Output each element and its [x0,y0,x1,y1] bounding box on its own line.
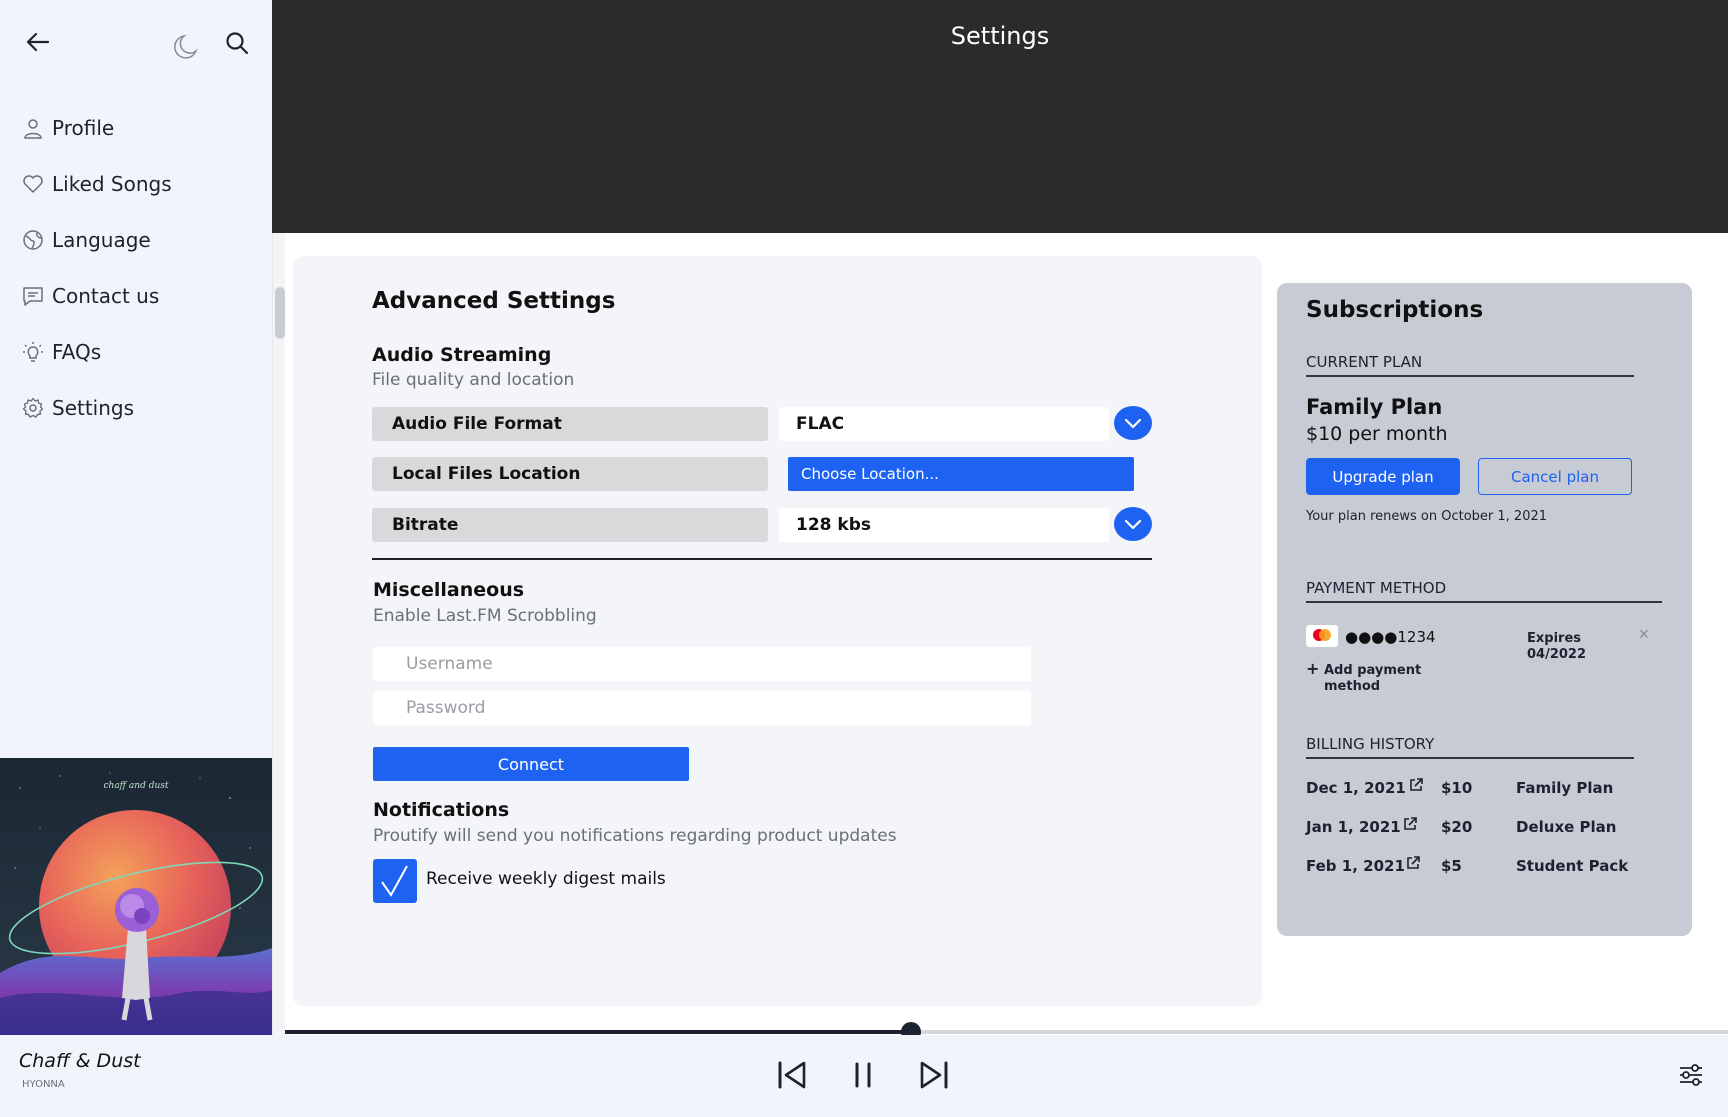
sidebar: Profile Liked Songs Language Contact us … [0,0,272,1035]
sidebar-item-label: Liked Songs [52,172,172,196]
audio-format-dropdown-button[interactable] [1114,406,1152,440]
billing-date: Dec 1, 2021 [1306,779,1406,797]
notifications-title: Notifications [373,799,510,821]
sidebar-item-language[interactable]: Language [22,212,262,268]
billing-plan: Deluxe Plan [1516,818,1617,836]
payment-method-heading: PAYMENT METHOD [1306,579,1662,603]
plan-renew-text: Your plan renews on October 1, 2021 [1306,509,1548,524]
external-link-icon[interactable] [1405,855,1421,871]
subscriptions-title: Subscriptions [1306,297,1484,323]
billing-row: Dec 1, 2021 $10 Family Plan [1306,777,1646,803]
album-title-text: chaff and dust [103,781,168,791]
sidebar-item-faqs[interactable]: FAQs [22,324,262,380]
choose-location-button[interactable]: Choose Location... [788,457,1134,491]
connect-button[interactable]: Connect [373,747,689,781]
scrollbar-thumb[interactable] [275,287,285,339]
next-track-icon[interactable] [916,1057,952,1093]
plus-icon: + [1306,659,1320,678]
card-number: ●●●●1234 [1345,628,1436,646]
lightbulb-icon [23,342,43,362]
weekly-digest-checkbox[interactable] [373,859,417,903]
billing-row: Jan 1, 2021 $20 Deluxe Plan [1306,816,1646,842]
sidebar-item-label: Settings [52,396,135,420]
audio-file-format-label: Audio File Format [372,407,768,441]
password-input[interactable] [373,691,1031,725]
billing-history-heading: BILLING HISTORY [1306,735,1634,759]
mastercard-icon [1306,625,1338,647]
cancel-plan-button[interactable]: Cancel plan [1478,458,1632,495]
card-expiry: Expires 04/2022 [1527,631,1586,663]
chevron-down-icon [1124,519,1142,530]
remove-card-icon[interactable]: ✕ [1638,627,1650,643]
subscriptions-card: Subscriptions CURRENT PLAN Family Plan $… [1277,283,1692,936]
page-header: Settings [272,0,1728,233]
expires-date: 04/2022 [1527,647,1587,662]
advanced-settings-card: Advanced Settings Audio Streaming File q… [293,256,1262,1006]
page-title: Settings [950,22,1050,50]
sidebar-item-settings[interactable]: Settings [22,380,262,436]
equalizer-icon[interactable] [1677,1061,1705,1089]
plan-price: $10 per month [1306,423,1448,445]
external-link-icon[interactable] [1408,777,1424,793]
add-payment-label: Add payment method [1324,663,1422,694]
sidebar-item-label: Profile [52,116,115,140]
billing-amount: $10 [1441,779,1473,797]
advanced-settings-title: Advanced Settings [372,288,616,314]
user-icon [24,119,42,139]
heart-icon [23,175,43,193]
upgrade-plan-button[interactable]: Upgrade plan [1306,458,1460,495]
username-input[interactable] [373,647,1031,681]
track-title: Chaff & Dust [19,1050,141,1072]
local-files-location-label: Local Files Location [372,457,768,491]
plan-name: Family Plan [1306,395,1443,419]
search-icon[interactable] [224,30,250,56]
billing-plan: Student Pack [1516,857,1629,875]
audio-streaming-subtitle: File quality and location [372,370,575,390]
current-plan-heading: CURRENT PLAN [1306,353,1634,377]
chevron-down-icon [1124,418,1142,429]
sidebar-item-label: Language [52,228,151,252]
billing-row: Feb 1, 2021 $5 Student Pack [1306,855,1646,881]
expires-label: Expires [1527,631,1581,646]
bitrate-select[interactable]: 128 kbs [779,508,1109,542]
checkmark-icon [381,865,408,897]
billing-amount: $20 [1441,818,1473,836]
billing-date: Jan 1, 2021 [1306,818,1401,836]
billing-date: Feb 1, 2021 [1306,857,1405,875]
sidebar-item-contact-us[interactable]: Contact us [22,268,262,324]
track-artist: HYONNA [22,1079,65,1090]
globe-icon [23,230,43,250]
message-icon [23,287,43,306]
audio-file-format-select[interactable]: FLAC [779,407,1109,441]
bitrate-label: Bitrate [372,508,768,542]
weekly-digest-label: Receive weekly digest mails [426,869,666,889]
sidebar-item-liked-songs[interactable]: Liked Songs [22,156,262,212]
sidebar-item-label: FAQs [52,340,102,364]
sidebar-nav: Profile Liked Songs Language Contact us … [22,100,262,436]
notifications-subtitle: Proutify will send you notifications reg… [373,826,897,846]
miscellaneous-title: Miscellaneous [373,579,525,601]
track-progress-fill [285,1030,911,1034]
sidebar-item-profile[interactable]: Profile [22,100,262,156]
previous-track-icon[interactable] [774,1057,810,1093]
section-divider [372,558,1152,560]
album-art: chaff and dust [0,758,272,1035]
scrollbar[interactable] [272,233,285,1035]
sidebar-item-label: Contact us [52,284,160,308]
sidebar-toolbar [24,28,252,59]
external-link-icon[interactable] [1402,816,1418,832]
moon-icon[interactable] [170,32,200,62]
miscellaneous-subtitle: Enable Last.FM Scrobbling [373,606,597,626]
billing-plan: Family Plan [1516,779,1614,797]
billing-amount: $5 [1441,857,1462,875]
gear-icon [22,397,44,418]
back-arrow-icon[interactable] [24,28,52,56]
audio-streaming-title: Audio Streaming [372,344,552,366]
player-bar: Chaff & Dust HYONNA [0,1035,1728,1117]
bitrate-dropdown-button[interactable] [1114,507,1152,541]
pause-icon[interactable] [845,1057,881,1093]
add-payment-method-button[interactable]: + Add payment method [1306,659,1434,695]
